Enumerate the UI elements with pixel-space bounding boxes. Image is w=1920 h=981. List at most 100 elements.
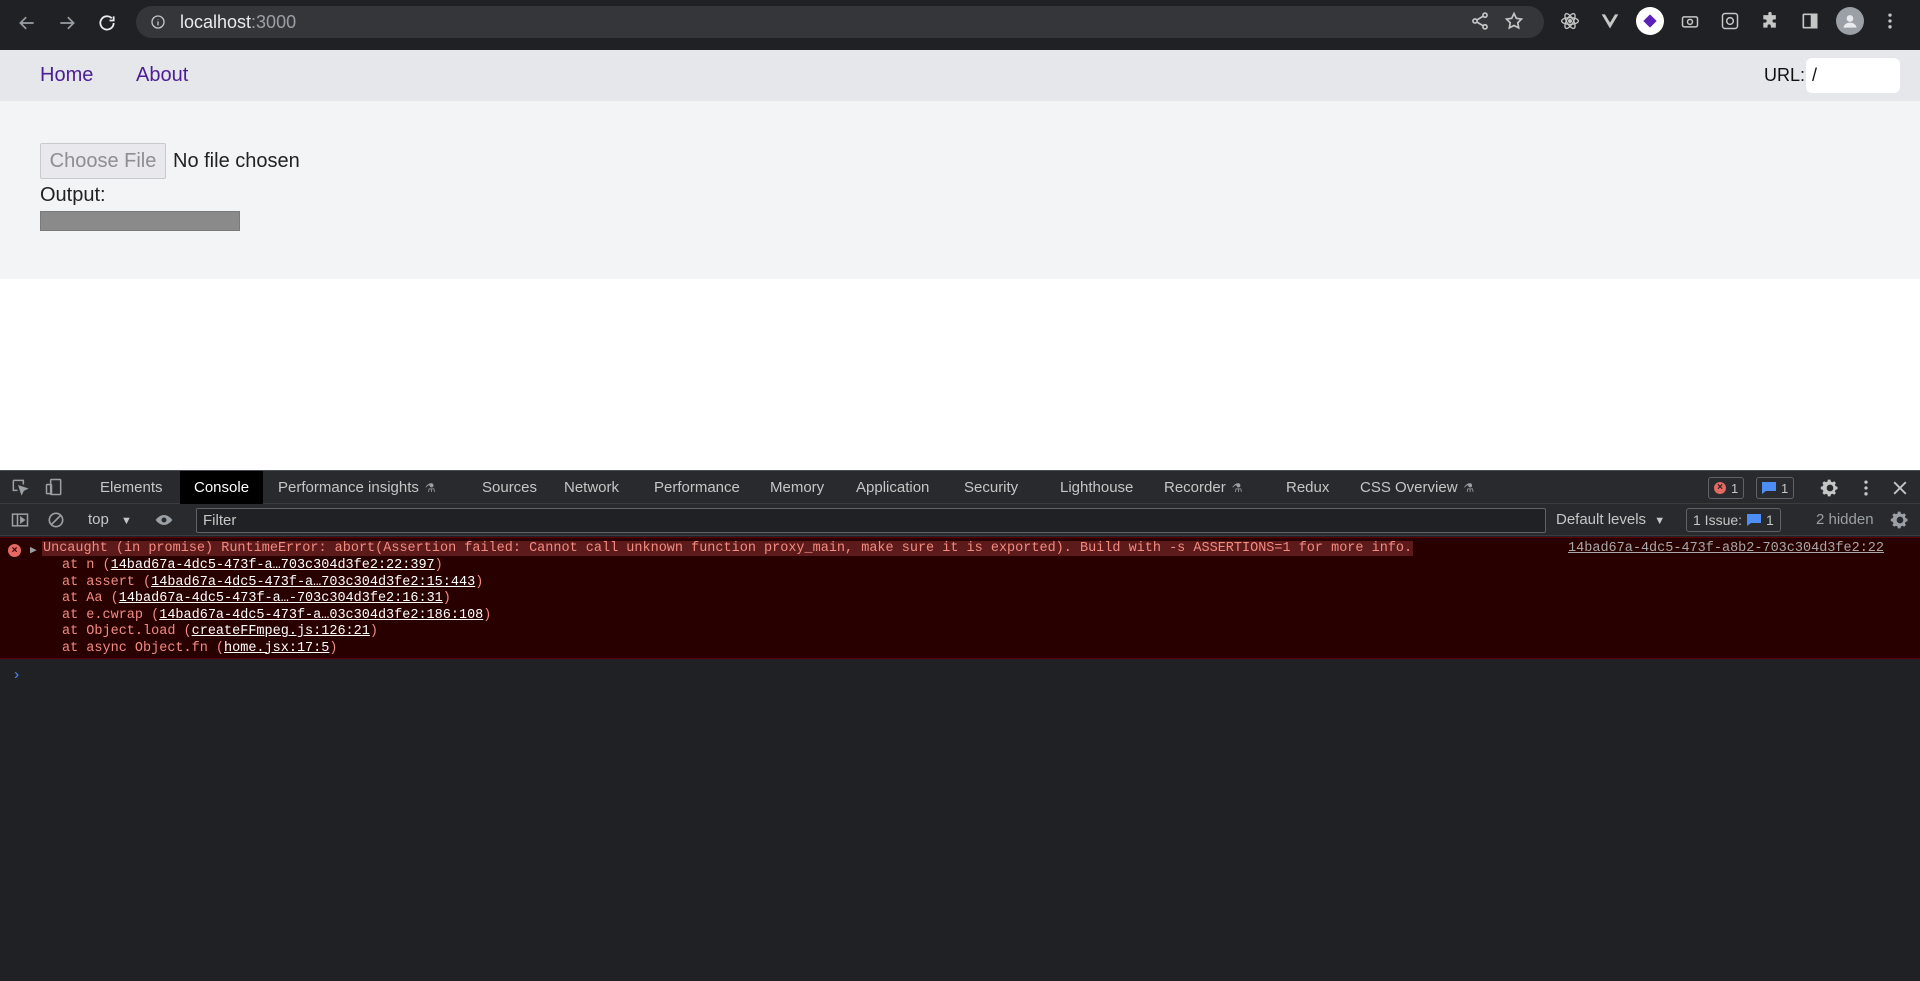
vue-devtools-extension[interactable] [1596, 7, 1624, 35]
experimental-flask-icon: ⚗ [1463, 481, 1475, 495]
devtools-tab-lighthouse[interactable]: Lighthouse [1046, 471, 1147, 504]
chrome-menu-button[interactable] [1876, 7, 1904, 35]
reload-icon [99, 15, 115, 31]
choose-file-button[interactable]: Choose File [40, 143, 166, 179]
output-video[interactable] [40, 211, 240, 231]
tab-label: Memory [770, 479, 825, 496]
devtools-tab-security[interactable]: Security [950, 471, 1032, 504]
camera-extension[interactable] [1676, 7, 1704, 35]
settings-extension[interactable] [1716, 7, 1744, 35]
clear-console-icon[interactable] [46, 510, 66, 530]
url-label: URL: [1764, 65, 1806, 85]
devtools-tab-elements[interactable]: Elements [86, 471, 177, 504]
tab-label: Redux [1286, 479, 1330, 496]
active-extension[interactable] [1636, 7, 1664, 35]
inspect-element-icon[interactable] [10, 477, 30, 497]
devtools-tab-performance[interactable]: Performance [640, 471, 754, 504]
reload-button[interactable] [92, 8, 122, 38]
tab-label: Network [564, 479, 620, 496]
experimental-flask-icon: ⚗ [1231, 481, 1243, 495]
error-icon: × [1714, 482, 1726, 494]
trace-suffix: ) [475, 574, 484, 590]
stack-trace-line: at Aa (14bad67a-4dc5-473f-a…-703c304d3fe… [62, 591, 451, 606]
address-url: localhost:3000 [180, 12, 296, 33]
tab-label: Lighthouse [1060, 479, 1134, 496]
close-icon[interactable] [1890, 478, 1910, 498]
url-input[interactable] [1806, 58, 1900, 93]
url-port: :3000 [251, 11, 297, 32]
expand-triangle-icon[interactable]: ▶ [30, 543, 37, 557]
trace-suffix: ) [434, 558, 443, 573]
tab-label: Console [194, 479, 250, 496]
back-button[interactable] [12, 8, 42, 38]
dropdown-triangle-icon: ▼ [121, 515, 132, 527]
devtools-tab-performance-insights[interactable]: Performance insights ⚗ [264, 471, 450, 504]
url-host: localhost [180, 11, 252, 32]
side-panel-button[interactable] [1796, 7, 1824, 35]
devtools-tab-memory[interactable]: Memory [756, 471, 838, 504]
console-error-message[interactable]: × ▶ Uncaught (in promise) RuntimeError: … [0, 537, 1920, 659]
forward-button[interactable] [52, 8, 82, 38]
devtools-tab-network[interactable]: Network [550, 471, 633, 504]
error-icon: × [8, 544, 21, 557]
trace-source-link[interactable]: 14bad67a-4dc5-473f-a…03c304d3fe2:186:108 [159, 608, 483, 623]
devtools-tab-css-overview[interactable]: CSS Overview ⚗ [1346, 471, 1488, 504]
profile-avatar[interactable] [1836, 7, 1864, 35]
eye-icon[interactable] [154, 510, 174, 530]
page-viewport: Home About URL: Choose File No file chos… [0, 50, 1920, 470]
issues-count: 1 [1766, 512, 1774, 528]
stack-trace-line: at n (14bad67a-4dc5-473f-a…703c304d3fe2:… [62, 558, 443, 573]
message-icon [1747, 514, 1762, 526]
trace-prefix: at e.cwrap ( [62, 607, 160, 623]
nav-link-about[interactable]: About [136, 64, 188, 87]
tab-label: Performance [654, 479, 740, 496]
output-label: Output: [40, 184, 106, 206]
devtools-tab-application[interactable]: Application [842, 471, 943, 504]
stack-trace-line: at assert (14bad67a-4dc5-473f-a…703c304d… [62, 575, 483, 590]
tab-label: CSS Overview [1360, 479, 1458, 496]
info-icon[interactable] [150, 14, 166, 30]
trace-prefix: at async Object.fn ( [62, 640, 225, 656]
devtools-tab-redux[interactable]: Redux [1272, 471, 1343, 504]
issues-button[interactable]: 1 Issue: 1 [1686, 508, 1781, 532]
kebab-menu-icon[interactable] [1856, 478, 1876, 498]
levels-label: Default levels [1556, 511, 1647, 528]
trace-suffix: ) [329, 640, 338, 656]
experimental-flask-icon: ⚗ [424, 481, 436, 495]
trace-source-link[interactable]: 14bad67a-4dc5-473f-a…-703c304d3fe2:16:31 [119, 591, 443, 606]
context-selector[interactable]: top ▼ [88, 511, 132, 528]
bookmark-star-icon[interactable] [1504, 11, 1524, 31]
stack-trace-line: at async Object.fn (home.jsx:17:5) [62, 641, 337, 656]
device-toolbar-icon[interactable] [44, 477, 64, 497]
trace-suffix: ) [369, 624, 378, 639]
log-levels-dropdown[interactable]: Default levels ▼ [1556, 511, 1665, 528]
filter-input[interactable]: Filter [196, 508, 1546, 533]
main-content: Choose File No file chosen Output: [0, 101, 1920, 279]
devtools-tab-sources[interactable]: Sources [468, 471, 551, 504]
share-icon[interactable] [1470, 11, 1490, 31]
console-settings-gear-icon[interactable] [1890, 510, 1910, 530]
nav-link-home[interactable]: Home [40, 64, 93, 87]
message-count-badge[interactable]: 1 [1756, 477, 1795, 499]
react-atom-icon [1561, 12, 1579, 30]
error-source-link[interactable]: 14bad67a-4dc5-473f-a8b2-703c304d3fe2:22 [1568, 541, 1884, 556]
error-count: 1 [1731, 480, 1739, 496]
trace-source-link[interactable]: home.jsx:17:5 [224, 641, 329, 656]
react-devtools-extension[interactable] [1556, 7, 1584, 35]
sidebar-toggle-icon[interactable] [10, 510, 30, 530]
diamond-logo-icon [1643, 14, 1657, 28]
tab-label: Application [856, 479, 930, 496]
devtools-tab-console[interactable]: Console [180, 471, 264, 504]
error-count-badge[interactable]: × 1 [1708, 477, 1745, 499]
browser-toolbar: localhost:3000 [0, 0, 1920, 50]
devtools-tab-recorder[interactable]: Recorder ⚗ [1150, 471, 1256, 504]
trace-source-link[interactable]: createFFmpeg.js:126:21 [192, 624, 370, 639]
trace-source-link[interactable]: 14bad67a-4dc5-473f-a…703c304d3fe2:22:397 [111, 558, 435, 573]
console-prompt-icon[interactable]: › [12, 667, 21, 684]
trace-prefix: at assert ( [62, 574, 152, 590]
settings-gear-icon[interactable] [1820, 478, 1840, 498]
trace-source-link[interactable]: 14bad67a-4dc5-473f-a…703c304d3fe2:15:443 [151, 575, 475, 590]
arrow-right-icon [60, 16, 75, 30]
extensions-button[interactable] [1756, 7, 1784, 35]
address-bar[interactable]: localhost:3000 [136, 6, 1544, 38]
